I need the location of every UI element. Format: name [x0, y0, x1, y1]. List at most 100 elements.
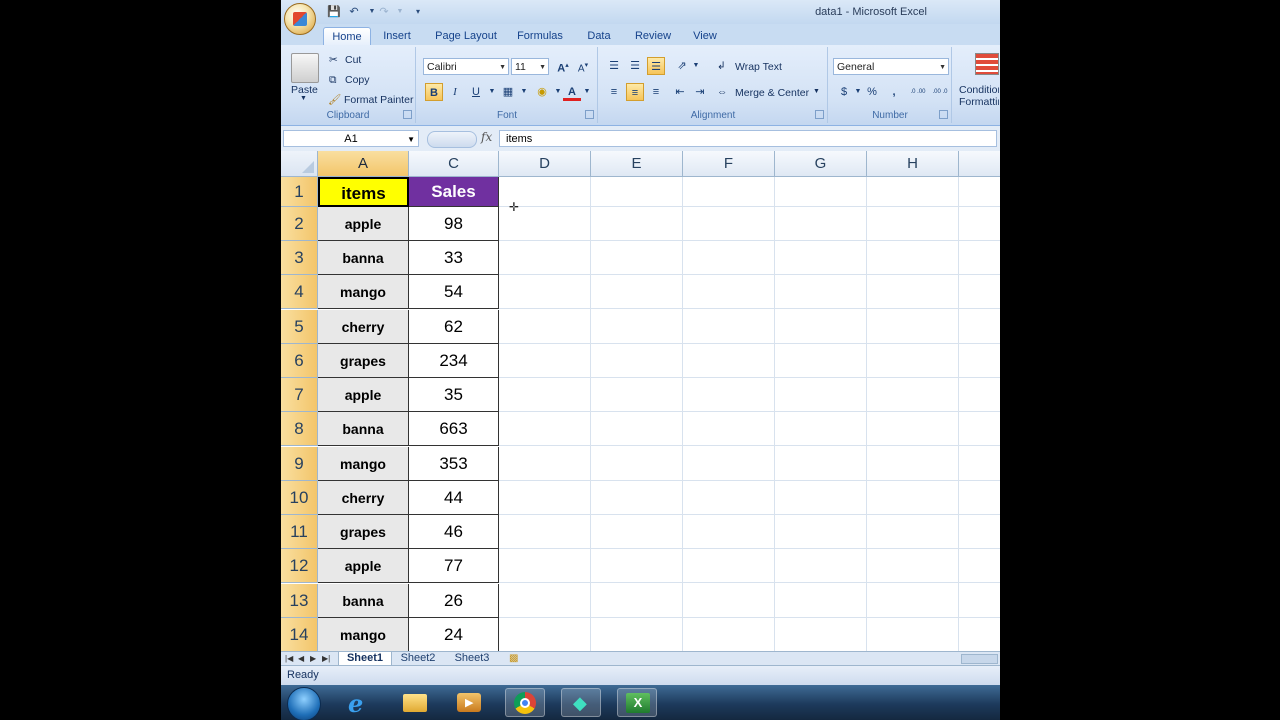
row-header[interactable]: 2 — [281, 207, 318, 241]
merge-center-icon[interactable]: ⇔ — [717, 86, 728, 98]
conditional-formatting-button[interactable]: Conditional Formatting — [959, 84, 999, 110]
merge-dropdown-icon[interactable]: ▼ — [813, 88, 820, 95]
orientation-dropdown-icon[interactable]: ▼ — [687, 57, 705, 75]
increase-decimal-button[interactable]: .0 .00 — [907, 83, 929, 101]
tab-view[interactable]: View — [691, 27, 719, 46]
sales-cell[interactable]: 46 — [409, 515, 499, 549]
horizontal-scrollbar[interactable] — [961, 654, 998, 664]
column-header-f[interactable]: F — [683, 151, 775, 177]
sales-cell[interactable]: 54 — [409, 275, 499, 309]
name-box[interactable]: A1 ▼ — [283, 130, 419, 147]
chrome-icon[interactable] — [505, 688, 545, 717]
column-header-partial[interactable] — [959, 151, 1000, 177]
item-cell[interactable]: mango — [318, 275, 409, 309]
decrease-decimal-button[interactable]: .00 .0 — [929, 83, 951, 101]
sales-cell[interactable]: 663 — [409, 412, 499, 446]
sales-cell[interactable]: 77 — [409, 549, 499, 583]
paste-dropdown-icon[interactable]: ▼ — [300, 95, 307, 102]
tab-review[interactable]: Review — [631, 27, 675, 46]
copy-button[interactable]: Copy — [345, 74, 370, 86]
column-header-c[interactable]: C — [409, 151, 499, 177]
sales-cell[interactable]: 24 — [409, 618, 499, 651]
row-header[interactable]: 5 — [281, 310, 318, 344]
tab-home[interactable]: Home — [323, 27, 371, 47]
last-sheet-icon[interactable]: ▶| — [322, 652, 330, 665]
align-center-icon[interactable]: ≡ — [626, 83, 644, 101]
clipboard-launcher-icon[interactable] — [403, 110, 412, 119]
wrap-text-icon[interactable]: ↲ — [717, 60, 726, 72]
filmora-icon[interactable]: ◆ — [561, 688, 601, 717]
paste-icon[interactable] — [291, 53, 319, 83]
media-player-icon[interactable]: ▶ — [449, 688, 489, 717]
column-header-g[interactable]: G — [775, 151, 867, 177]
align-top-icon[interactable]: ☰ — [605, 57, 623, 75]
item-cell[interactable]: cherry — [318, 481, 409, 515]
cut-icon[interactable]: ✂ — [329, 54, 338, 66]
format-painter-icon[interactable]: 🖌 — [328, 93, 341, 106]
align-left-icon[interactable]: ≡ — [605, 83, 623, 101]
item-cell[interactable]: apple — [318, 549, 409, 583]
bold-button[interactable]: B — [425, 83, 443, 101]
sales-cell[interactable]: 44 — [409, 481, 499, 515]
row-header[interactable]: 11 — [281, 515, 318, 549]
item-cell[interactable]: banna — [318, 584, 409, 618]
start-orb[interactable] — [287, 687, 321, 720]
sales-cell[interactable]: 26 — [409, 584, 499, 618]
row-header[interactable]: 9 — [281, 447, 318, 481]
file-explorer-icon[interactable] — [395, 688, 435, 717]
decrease-indent-icon[interactable]: ⇤ — [671, 83, 689, 101]
item-cell[interactable]: banna — [318, 412, 409, 446]
item-cell[interactable]: mango — [318, 618, 409, 651]
sales-cell[interactable]: 98 — [409, 207, 499, 241]
align-middle-icon[interactable]: ☰ — [626, 57, 644, 75]
undo-icon[interactable]: ↶ — [347, 5, 361, 19]
sales-cell[interactable]: 33 — [409, 241, 499, 275]
office-button[interactable] — [284, 3, 316, 35]
column-header-a[interactable]: A — [318, 151, 409, 177]
cut-button[interactable]: Cut — [345, 54, 361, 66]
internet-explorer-icon[interactable]: e — [339, 688, 379, 718]
align-bottom-icon[interactable]: ☰ — [647, 57, 665, 75]
row-header[interactable]: 4 — [281, 275, 318, 309]
align-right-icon[interactable]: ≡ — [647, 83, 665, 101]
row-header[interactable]: 8 — [281, 412, 318, 446]
sales-cell[interactable]: 35 — [409, 378, 499, 412]
row-header[interactable]: 13 — [281, 584, 318, 618]
item-cell[interactable]: apple — [318, 378, 409, 412]
row-header[interactable]: 7 — [281, 378, 318, 412]
tab-sheet2[interactable]: Sheet2 — [394, 652, 442, 665]
italic-button[interactable]: I — [446, 83, 464, 101]
cell-a1-header[interactable]: items — [318, 177, 409, 207]
comma-button[interactable]: , — [885, 83, 903, 101]
customize-qat-icon[interactable]: ▾ — [411, 5, 425, 19]
cell-c1-header[interactable]: Sales — [409, 177, 499, 207]
row-header[interactable]: 14 — [281, 618, 318, 651]
font-color-dropdown-icon[interactable]: ▼ — [578, 83, 596, 101]
format-painter-button[interactable]: Format Painter — [344, 94, 413, 106]
font-size-box[interactable]: 11 ▼ — [511, 58, 549, 75]
tab-formulas[interactable]: Formulas — [515, 27, 565, 46]
item-cell[interactable]: grapes — [318, 515, 409, 549]
excel-icon[interactable]: X — [617, 688, 657, 717]
prev-sheet-icon[interactable]: ◀ — [298, 652, 304, 665]
sales-cell[interactable]: 62 — [409, 310, 499, 344]
font-name-box[interactable]: Calibri ▼ — [423, 58, 509, 75]
column-header-d[interactable]: D — [499, 151, 591, 177]
insert-sheet-icon[interactable]: ▩ — [509, 652, 518, 665]
percent-button[interactable]: % — [863, 83, 881, 101]
copy-icon[interactable]: ⧉ — [329, 74, 337, 87]
redo-icon[interactable]: ↷ — [377, 5, 391, 19]
grow-font-icon[interactable]: A▴ — [554, 57, 572, 75]
font-launcher-icon[interactable] — [585, 110, 594, 119]
wrap-text-button[interactable]: Wrap Text — [735, 61, 782, 73]
first-sheet-icon[interactable]: |◀ — [285, 652, 293, 665]
tab-page-layout[interactable]: Page Layout — [433, 27, 499, 46]
merge-center-button[interactable]: Merge & Center — [735, 87, 809, 99]
formula-input[interactable]: items — [499, 130, 997, 147]
number-format-box[interactable]: General ▼ — [833, 58, 949, 75]
item-cell[interactable]: banna — [318, 241, 409, 275]
increase-indent-icon[interactable]: ⇥ — [691, 83, 709, 101]
row-header[interactable]: 3 — [281, 241, 318, 275]
item-cell[interactable]: cherry — [318, 310, 409, 344]
tab-sheet3[interactable]: Sheet3 — [448, 652, 496, 665]
